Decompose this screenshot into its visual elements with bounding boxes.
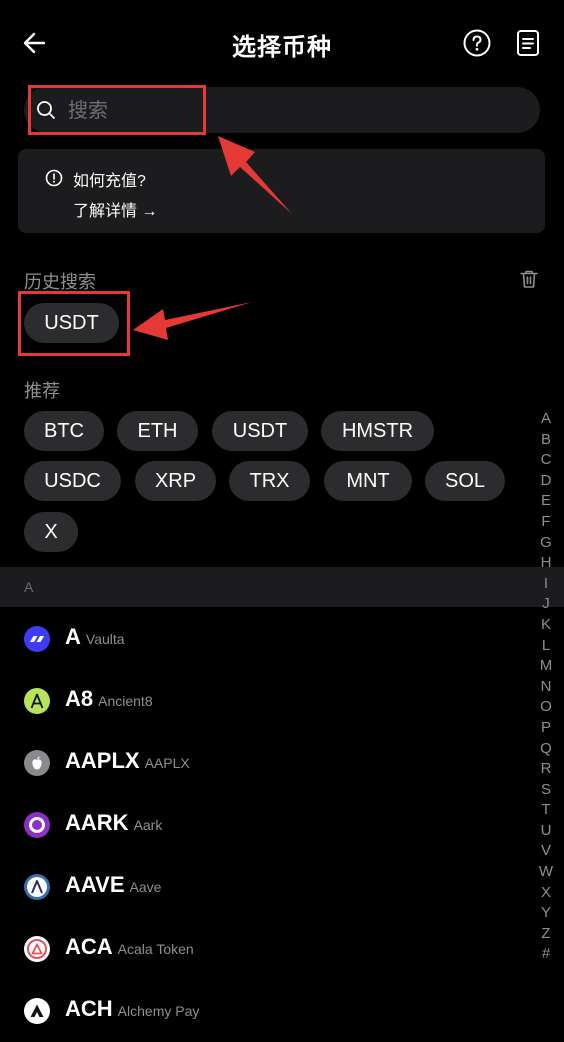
index-letter[interactable]: A [535,409,557,430]
coin-name: Acala Token [117,941,194,957]
clear-history-button[interactable] [518,268,540,290]
apple-logo-icon [24,750,50,776]
alphabet-index[interactable]: A B C D E F G H I J K L M N O P Q R S T … [535,409,557,965]
index-letter[interactable]: S [535,780,557,801]
coin-name: Vaulta [85,631,125,647]
index-letter[interactable]: Y [535,903,557,924]
info-title: 如何充值? [73,173,146,190]
index-letter[interactable]: T [535,800,557,821]
coin-row-a[interactable]: A Vaulta [0,608,520,670]
coin-symbol: A8 Ancient8 [65,686,153,711]
recommend-label: 推荐 [24,381,60,401]
coin-name: Alchemy Pay [117,1003,200,1019]
arrow-right-icon: → [141,203,158,220]
ancient8-logo-icon [24,688,50,714]
aave-logo-icon [24,874,50,900]
learn-more-link[interactable]: 了解详情 → [73,197,157,221]
index-letter[interactable]: V [535,841,557,862]
coin-name: Aave [129,879,162,895]
index-letter[interactable]: Z [535,924,557,945]
orders-button[interactable] [513,28,543,58]
recommend-chip-btc[interactable]: BTC [24,411,104,451]
coin-symbol: AAVE Aave [65,872,162,897]
coin-symbol: AAPLX AAPLX [65,748,190,773]
coin-row-aca[interactable]: ACA Acala Token [0,918,520,980]
search-highlight-box [28,85,206,135]
index-letter[interactable]: F [535,512,557,533]
index-letter[interactable]: D [535,471,557,492]
history-highlight-box [18,291,130,356]
acala-logo-icon [24,936,50,962]
index-letter[interactable]: M [535,656,557,677]
info-card: 如何充值? 了解详情 → [18,149,545,233]
group-header: A [0,567,564,607]
recommend-chip-eth[interactable]: ETH [117,411,198,451]
coin-symbol: AARK Aark [65,810,163,835]
recommend-chip-usdc[interactable]: USDC [24,461,121,501]
alchemy-pay-logo-icon [24,998,50,1024]
index-letter[interactable]: N [535,677,557,698]
help-button[interactable] [462,28,492,58]
index-letter[interactable]: B [535,430,557,451]
recommend-chip-x[interactable]: X [24,512,78,552]
header: 选择币种 [0,0,564,86]
index-letter[interactable]: L [535,636,557,657]
index-letter[interactable]: W [535,862,557,883]
coin-symbol: ACA Acala Token [65,934,194,959]
index-letter[interactable]: X [535,883,557,904]
index-letter[interactable]: Q [535,739,557,760]
coin-symbol: A Vaulta [65,624,125,649]
aark-logo-icon [24,812,50,838]
recommend-chip-sol[interactable]: SOL [425,461,505,501]
index-letter[interactable]: I [535,574,557,595]
learn-more-label: 了解详情 [73,203,138,220]
index-letter[interactable]: H [535,553,557,574]
index-letter[interactable]: E [535,491,557,512]
document-icon [517,30,539,56]
recommend-chip-mnt[interactable]: MNT [324,461,412,501]
info-icon [45,169,63,187]
coin-row-aaplx[interactable]: AAPLX AAPLX [0,732,520,794]
arrow-to-history [133,302,252,340]
recommend-chip-hmstr[interactable]: HMSTR [321,411,434,451]
coin-symbol: ACH Alchemy Pay [65,996,200,1021]
index-letter[interactable]: G [535,533,557,554]
coin-name: Ancient8 [98,693,153,709]
vaulta-logo-icon [24,626,50,652]
index-letter[interactable]: U [535,821,557,842]
coin-name: AAPLX [144,755,190,771]
index-letter[interactable]: P [535,718,557,739]
help-circle-icon [463,29,491,57]
index-letter[interactable]: O [535,697,557,718]
index-letter[interactable]: C [535,450,557,471]
coin-row-a8[interactable]: A8 Ancient8 [0,670,520,732]
index-letter[interactable]: J [535,594,557,615]
recommend-chip-usdt[interactable]: USDT [212,411,308,451]
coin-name: Aark [133,817,163,833]
trash-icon [520,270,538,288]
coin-row-aark[interactable]: AARK Aark [0,794,520,856]
index-letter[interactable]: K [535,615,557,636]
coin-row-aave[interactable]: AAVE Aave [0,856,520,918]
group-letter: A [24,579,34,595]
index-letter[interactable]: # [535,944,557,965]
recommend-chip-trx[interactable]: TRX [229,461,310,501]
index-letter[interactable]: R [535,759,557,780]
coin-row-ach[interactable]: ACH Alchemy Pay [0,980,520,1042]
recommend-chip-xrp[interactable]: XRP [135,461,216,501]
